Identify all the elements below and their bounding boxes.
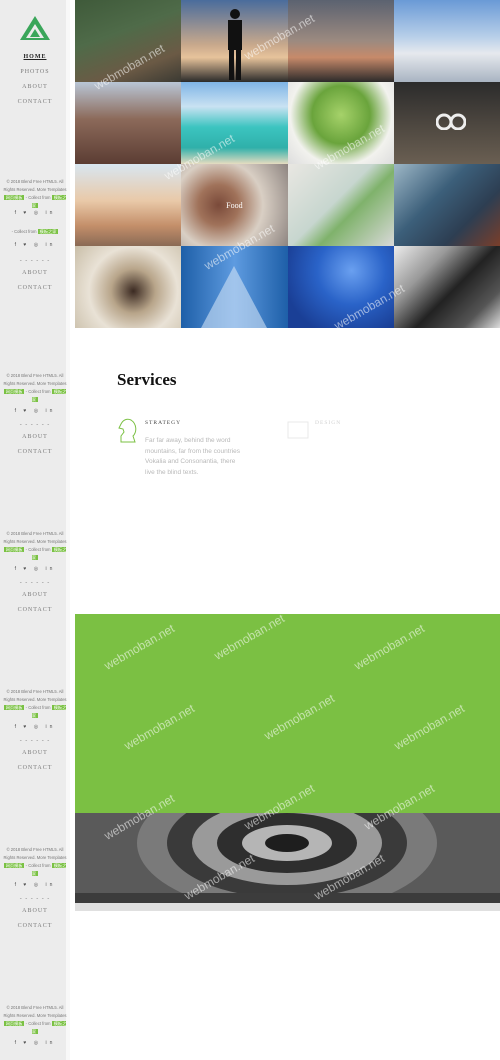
copyright-text: © 2018 Blend Free HTML5. All Rights Rese… bbox=[3, 689, 67, 702]
menu-item-contact[interactable]: CONTACT bbox=[0, 603, 70, 618]
menu-item-contact[interactable]: CONTACT bbox=[0, 281, 70, 296]
copyright-text: © 2018 Blend Free HTML5. All Rights Rese… bbox=[3, 373, 67, 386]
copyright-text: © 2018 Blend Free HTML5. All Rights Rese… bbox=[3, 179, 67, 192]
copyright-text: © 2018 Blend Free HTML5. All Rights Rese… bbox=[3, 847, 67, 860]
menu-item-photos[interactable]: - - - - - - bbox=[0, 736, 70, 746]
photo-silhouette-sunset[interactable] bbox=[181, 0, 288, 82]
photo-skyscraper[interactable] bbox=[181, 246, 288, 328]
photo-traveler-city[interactable] bbox=[75, 82, 182, 164]
templates-link[interactable]: 网页模板 bbox=[3, 863, 25, 868]
logo-icon[interactable] bbox=[20, 16, 50, 40]
sidebar-repeat-5: © 2018 Blend Free HTML5. All Rights Rese… bbox=[0, 846, 70, 929]
photo-motorbike[interactable] bbox=[393, 246, 500, 328]
collect-text: - Collect from bbox=[25, 547, 51, 552]
menu-item-photos[interactable]: - - - - - - bbox=[0, 256, 70, 266]
design-icon bbox=[287, 421, 309, 439]
menu-item-contact[interactable]: CONTACT bbox=[0, 919, 70, 934]
photo-car-mirror[interactable] bbox=[393, 164, 500, 246]
main-menu: - - - - - - ABOUT CONTACT bbox=[0, 894, 70, 934]
sidebar-repeat-3: © 2018 Blend Free HTML5. All Rights Rese… bbox=[0, 530, 70, 613]
photo-beach-sea[interactable] bbox=[181, 82, 288, 164]
photo-forest-logs[interactable] bbox=[75, 0, 182, 82]
sidebar-repeat-6: © 2018 Blend Free HTML5. All Rights Rese… bbox=[0, 1004, 70, 1046]
service-title: STRATEGY bbox=[145, 420, 182, 426]
copyright-text: © 2018 Blend Free HTML5. All Rights Rese… bbox=[3, 1005, 67, 1018]
photo-mountain-dusk[interactable] bbox=[287, 0, 394, 82]
spiral-stairs-image bbox=[75, 813, 500, 911]
collect-text: - Collect from bbox=[11, 229, 37, 234]
menu-item-contact[interactable]: CONTACT bbox=[0, 95, 70, 110]
spiral-stairs-banner bbox=[75, 813, 500, 911]
services-title: Services bbox=[117, 370, 177, 389]
collect-text: - Collect from bbox=[25, 863, 51, 868]
menu-item-about[interactable]: ABOUT bbox=[0, 266, 70, 281]
service-title: DESIGN bbox=[315, 420, 342, 426]
menu-item-about[interactable]: ABOUT bbox=[0, 80, 70, 95]
main-menu: - - - - - - ABOUT CONTACT bbox=[0, 736, 70, 776]
main-menu: HOME PHOTOS ABOUT CONTACT bbox=[0, 50, 70, 110]
photo-grid: Food bbox=[75, 0, 500, 328]
templates-link[interactable]: 网页模板 bbox=[3, 389, 25, 394]
service-text: Far far away, behind the word mountains,… bbox=[145, 437, 241, 476]
sidebar: HOME PHOTOS ABOUT CONTACT © 2018 Blend F… bbox=[0, 0, 70, 1060]
templates-link[interactable]: 网页模板 bbox=[3, 1021, 25, 1026]
menu-item-about[interactable]: ABOUT bbox=[0, 904, 70, 919]
services-section: Services STRATEGY Far far away, behind t… bbox=[75, 328, 500, 614]
photo-headphones-hand[interactable] bbox=[287, 164, 394, 246]
menu-item-about[interactable]: ABOUT bbox=[0, 430, 70, 445]
menu-item-about[interactable]: ABOUT bbox=[0, 746, 70, 761]
photo-white-building[interactable] bbox=[393, 0, 500, 82]
menu-item-home[interactable]: HOME bbox=[0, 50, 70, 65]
photo-lion[interactable] bbox=[75, 246, 182, 328]
footer-copyright: © 2018 Blend Free HTML5. All Rights Rese… bbox=[2, 178, 68, 210]
social-links[interactable]: f ♥ ◎ in bbox=[0, 408, 70, 414]
templates-link[interactable]: 网页模板 bbox=[3, 195, 25, 200]
photo-balloon[interactable] bbox=[287, 246, 394, 328]
collect-text: - Collect from bbox=[25, 195, 51, 200]
main-menu: - - - - - - ABOUT CONTACT bbox=[0, 420, 70, 460]
collect-text: - Collect from bbox=[25, 705, 51, 710]
menu-item-photos[interactable]: - - - - - - bbox=[0, 894, 70, 904]
copyright-text: © 2018 Blend Free HTML5. All Rights Rese… bbox=[3, 531, 67, 544]
photo-salad[interactable] bbox=[287, 82, 394, 164]
main-menu: - - - - - - ABOUT CONTACT bbox=[0, 256, 70, 296]
social-links[interactable]: f ♥ ◎ in bbox=[0, 724, 70, 730]
social-links[interactable]: f ♥ ◎ in bbox=[0, 566, 70, 572]
photo-headphones-ground[interactable] bbox=[393, 82, 500, 164]
templates-link[interactable]: 网页模板 bbox=[3, 547, 25, 552]
templates-link[interactable]: 网页模板 bbox=[3, 705, 25, 710]
strategy-knight-icon bbox=[118, 418, 137, 443]
collect-link[interactable]: 模板之家 bbox=[37, 229, 59, 234]
photo-food[interactable]: Food bbox=[181, 164, 288, 246]
sidebar-repeat-2: © 2018 Blend Free HTML5. All Rights Rese… bbox=[0, 372, 70, 455]
menu-item-photos[interactable]: PHOTOS bbox=[0, 65, 70, 80]
collect-text: - Collect from bbox=[25, 1021, 51, 1026]
social-links[interactable]: f ♥ ◎ in bbox=[0, 242, 70, 248]
main-menu: - - - - - - ABOUT CONTACT bbox=[0, 578, 70, 618]
sidebar-repeat-1: - Collect from 模板之家 f ♥ ◎ in - - - - - -… bbox=[0, 228, 70, 291]
social-links[interactable]: f ♥ ◎ in bbox=[0, 882, 70, 888]
menu-item-photos[interactable]: - - - - - - bbox=[0, 420, 70, 430]
social-links[interactable]: f ♥ ◎ in bbox=[0, 210, 70, 216]
lower-section bbox=[75, 911, 500, 1060]
photo-food-label: Food bbox=[226, 200, 243, 210]
social-links[interactable]: f ♥ ◎ in bbox=[0, 1040, 70, 1046]
menu-item-photos[interactable]: - - - - - - bbox=[0, 578, 70, 588]
collect-text: - Collect from bbox=[25, 389, 51, 394]
green-banner bbox=[75, 614, 500, 813]
menu-item-about[interactable]: ABOUT bbox=[0, 588, 70, 603]
menu-item-contact[interactable]: CONTACT bbox=[0, 761, 70, 776]
sidebar-repeat-4: © 2018 Blend Free HTML5. All Rights Rese… bbox=[0, 688, 70, 771]
photo-family[interactable] bbox=[75, 164, 182, 246]
menu-item-contact[interactable]: CONTACT bbox=[0, 445, 70, 460]
